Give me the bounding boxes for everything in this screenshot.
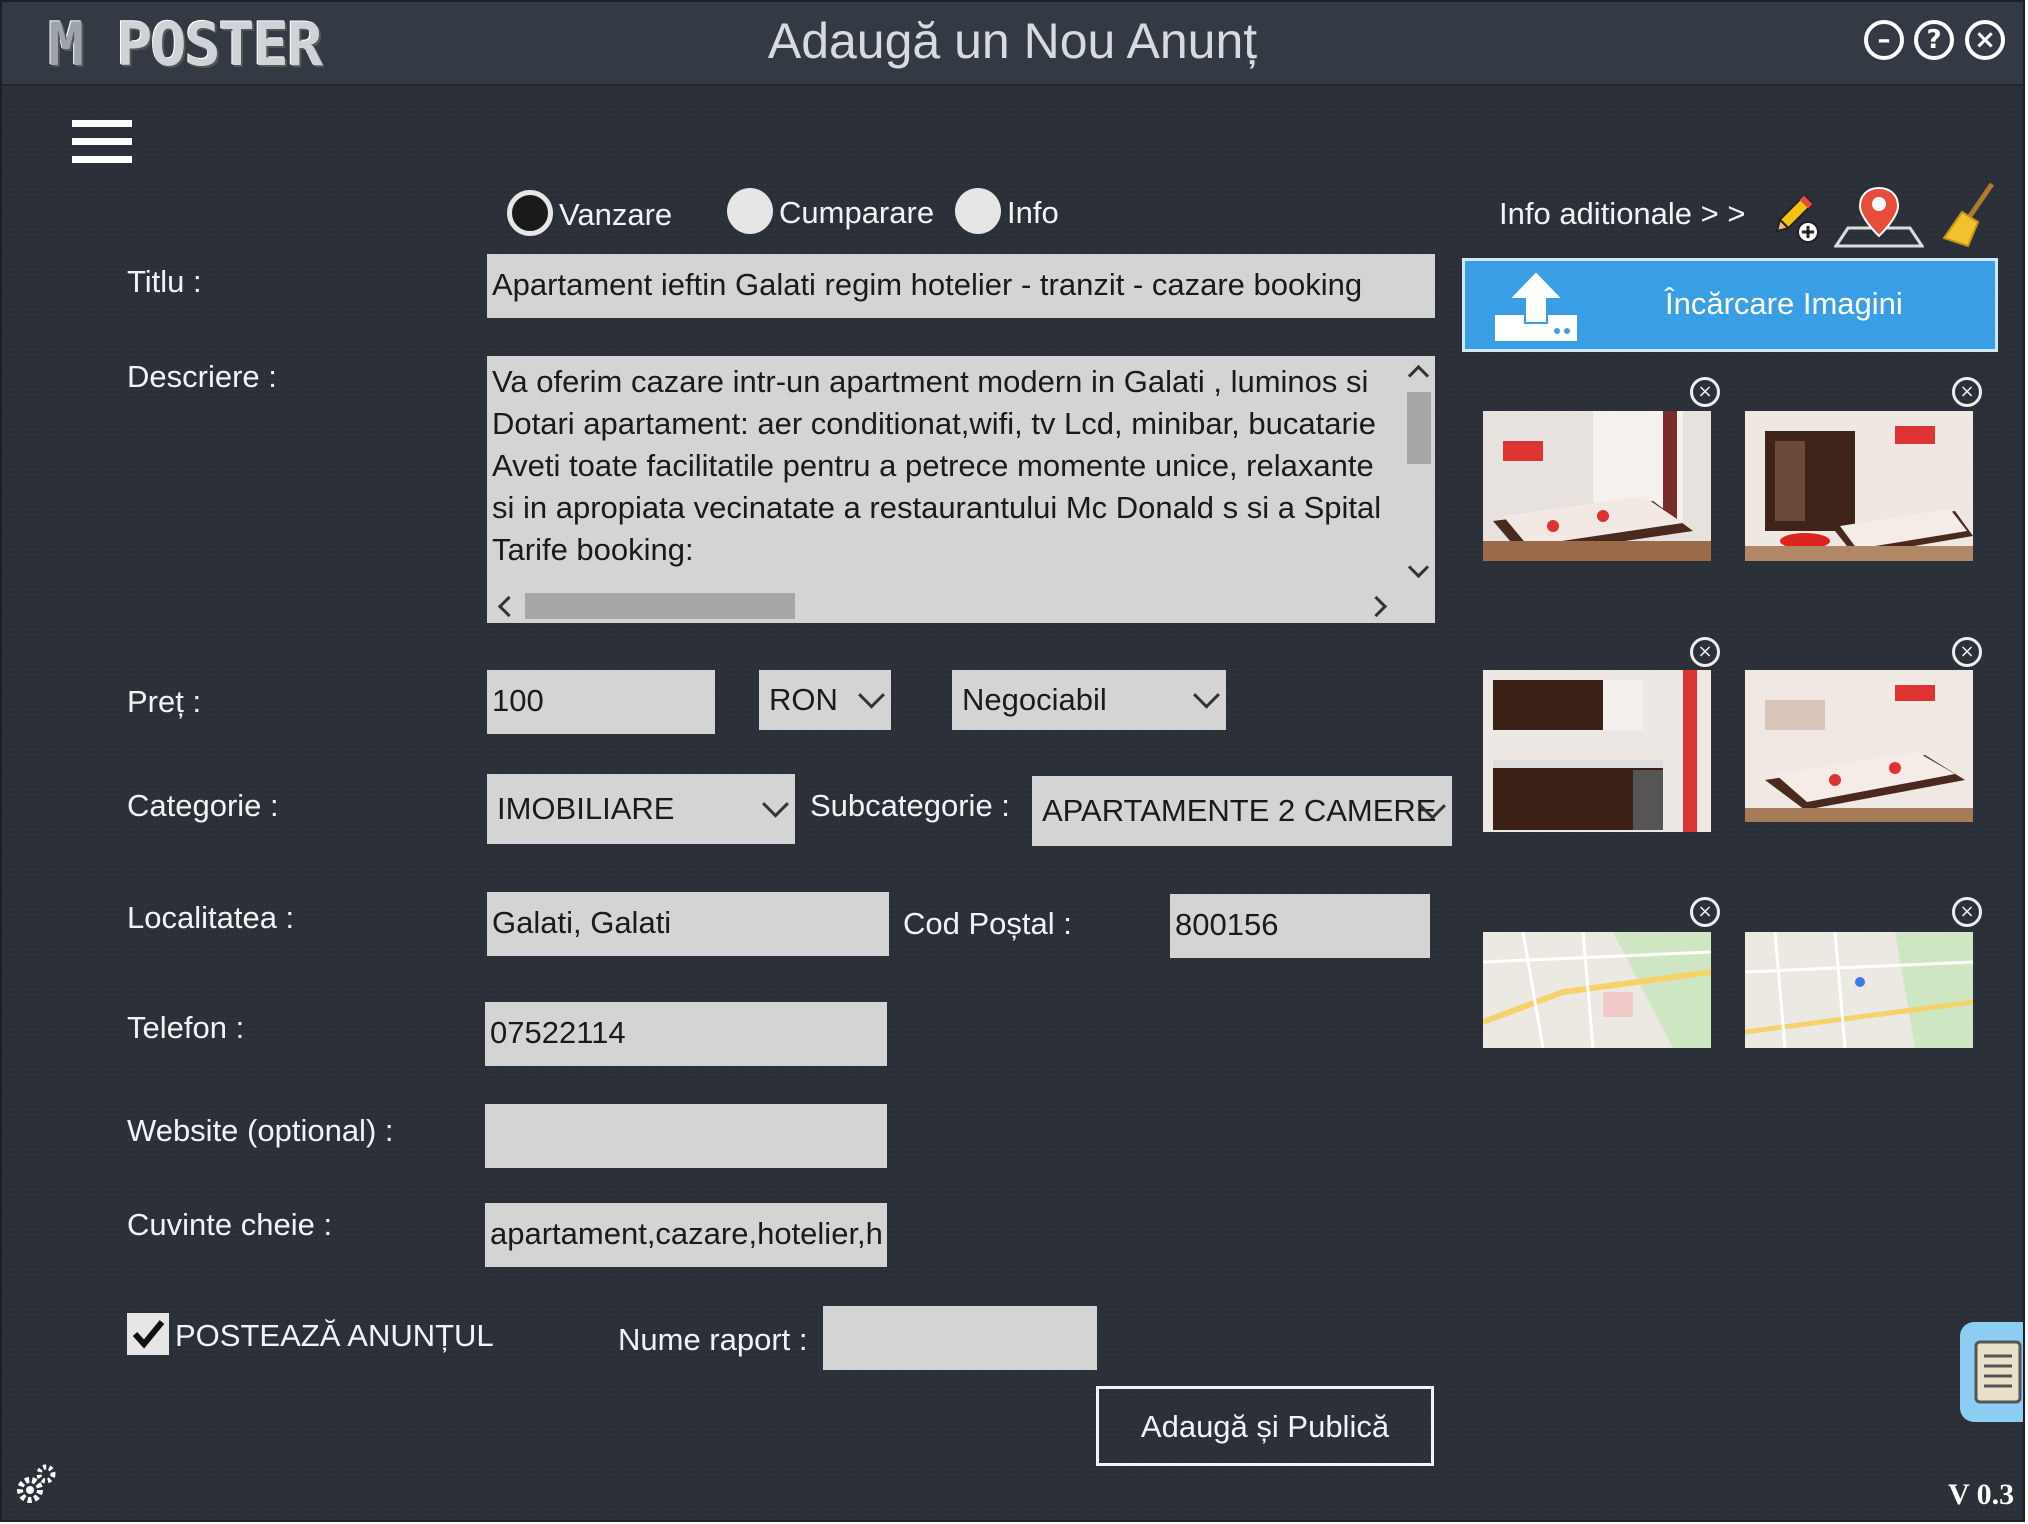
radio-info[interactable]: Info — [955, 188, 1085, 238]
currency-select[interactable]: RON — [759, 670, 891, 730]
cuvinte-cheie-label: Cuvinte cheie : — [127, 1207, 333, 1242]
scroll-up-icon[interactable] — [1407, 364, 1430, 387]
descriere-line: si in apropiata vecinatate a restaurantu… — [492, 490, 1382, 525]
currency-value: RON — [769, 682, 838, 717]
image-thumbnail-bedroom-wardrobe[interactable] — [1745, 411, 1973, 561]
radio-vanzare[interactable]: Vanzare — [507, 190, 687, 240]
pret-input[interactable]: 100 — [487, 670, 715, 734]
version-label: V 0.3 — [1948, 1478, 2015, 1511]
cuvinte-cheie-input[interactable]: apartament,cazare,hotelier,h — [485, 1203, 887, 1267]
gear-icon[interactable] — [12, 1462, 58, 1508]
pret-label: Preț : — [127, 684, 202, 719]
telefon-input[interactable]: 07522114 — [485, 1002, 887, 1066]
scroll-down-icon[interactable] — [1407, 556, 1430, 579]
minimize-button[interactable]: – — [1864, 20, 1904, 60]
titlu-input[interactable]: Apartament ieftin Galati regim hotelier … — [487, 254, 1435, 318]
image-thumbnail-bedroom[interactable] — [1483, 411, 1711, 561]
remove-image-2-icon[interactable]: × — [1952, 377, 1982, 407]
app-window: M POSTER Adaugă un Nou Anunț – ? × Vanza… — [0, 0, 2025, 1522]
submit-label: Adaugă și Publică — [1140, 1409, 1390, 1444]
scrollbar-thumb[interactable] — [525, 593, 795, 619]
window-title: Adaugă un Nou Anunț — [767, 13, 1258, 69]
categorie-select[interactable]: IMOBILIARE — [487, 774, 795, 844]
close-button[interactable]: × — [1965, 20, 2005, 60]
radio-label: Cumparare — [779, 195, 935, 230]
subcategorie-value: APARTAMENTE 2 CAMERE — [1042, 793, 1437, 828]
scroll-right-icon[interactable] — [1365, 595, 1388, 618]
help-button[interactable]: ? — [1914, 20, 1954, 60]
nume-raport-label: Nume raport : — [618, 1322, 808, 1357]
image-thumbnail-kitchen[interactable] — [1483, 670, 1711, 832]
nume-raport-input[interactable] — [823, 1306, 1097, 1370]
subcategorie-select[interactable]: APARTAMENTE 2 CAMERE — [1032, 776, 1452, 846]
cod-postal-input[interactable]: 800156 — [1170, 894, 1430, 958]
radio-cumparare[interactable]: Cumparare — [727, 188, 947, 238]
posteaza-checkbox[interactable]: POSTEAZĂ ANUNȚUL — [127, 1313, 494, 1359]
remove-image-6-icon[interactable]: × — [1952, 897, 1982, 927]
remove-image-1-icon[interactable]: × — [1690, 377, 1720, 407]
menu-icon[interactable] — [72, 120, 132, 164]
remove-image-5-icon[interactable]: × — [1690, 897, 1720, 927]
edit-add-icon[interactable] — [1772, 192, 1820, 244]
titlu-label: Titlu : — [127, 264, 202, 299]
negotiable-select[interactable]: Negociabil — [952, 670, 1226, 730]
website-input[interactable] — [485, 1104, 887, 1168]
chevron-down-icon — [762, 790, 789, 818]
upload-button-label: Încărcare Imagini — [1665, 286, 1903, 321]
notes-icon[interactable] — [1960, 1322, 2023, 1422]
cod-postal-label: Cod Poștal : — [903, 906, 1072, 941]
descriere-line: Tarife booking: — [492, 532, 694, 567]
upload-images-button[interactable]: Încărcare Imagini — [1462, 258, 1998, 352]
descriere-line: Aveti toate facilitatile pentru a petrec… — [492, 448, 1374, 483]
radio-indicator-info[interactable] — [955, 188, 1001, 234]
descriere-label: Descriere : — [127, 359, 277, 394]
vertical-scrollbar[interactable] — [1401, 356, 1435, 588]
radio-indicator-cumparare[interactable] — [727, 188, 773, 234]
categorie-label: Categorie : — [127, 788, 279, 823]
radio-indicator-vanzare[interactable] — [507, 190, 553, 236]
adauga-publica-button[interactable]: Adaugă și Publică — [1096, 1386, 1434, 1466]
checkbox-box[interactable] — [127, 1313, 169, 1355]
image-thumbnail-map-2[interactable] — [1745, 932, 1973, 1048]
remove-image-3-icon[interactable]: × — [1690, 637, 1720, 667]
remove-image-4-icon[interactable]: × — [1952, 637, 1982, 667]
checkmark-icon — [132, 1320, 165, 1349]
negotiable-value: Negociabil — [962, 682, 1107, 717]
scrollbar-thumb[interactable] — [1407, 392, 1431, 464]
upload-icon — [1491, 267, 1581, 347]
image-thumbnail-map[interactable] — [1483, 932, 1711, 1048]
chevron-down-icon — [1193, 681, 1220, 709]
scroll-left-icon[interactable] — [497, 595, 520, 618]
broom-icon[interactable] — [1942, 182, 1998, 248]
website-label: Website (optional) : — [127, 1113, 394, 1148]
chevron-down-icon — [858, 681, 885, 709]
subcategorie-label: Subcategorie : — [810, 788, 1010, 823]
radio-label: Info — [1007, 195, 1059, 230]
localitate-input[interactable]: Galati, Galati — [487, 892, 889, 956]
descriere-textarea[interactable]: Va oferim cazare intr-un apartment moder… — [487, 356, 1435, 623]
descriere-line: Dotari apartament: aer conditionat,wifi,… — [492, 406, 1376, 441]
radio-label: Vanzare — [559, 197, 673, 232]
title-bar: M POSTER Adaugă un Nou Anunț – ? × — [2, 2, 2023, 86]
map-pin-icon[interactable] — [1833, 184, 1925, 248]
info-aditionale-link[interactable]: Info aditionale > > — [1499, 196, 1745, 232]
posteaza-label: POSTEAZĂ ANUNȚUL — [175, 1318, 494, 1353]
telefon-label: Telefon : — [127, 1010, 245, 1045]
image-thumbnail-bedroom-2[interactable] — [1745, 670, 1973, 822]
descriere-line: Va oferim cazare intr-un apartment moder… — [492, 364, 1369, 399]
categorie-value: IMOBILIARE — [497, 791, 675, 826]
horizontal-scrollbar[interactable] — [487, 589, 1435, 623]
localitate-label: Localitatea : — [127, 900, 295, 935]
